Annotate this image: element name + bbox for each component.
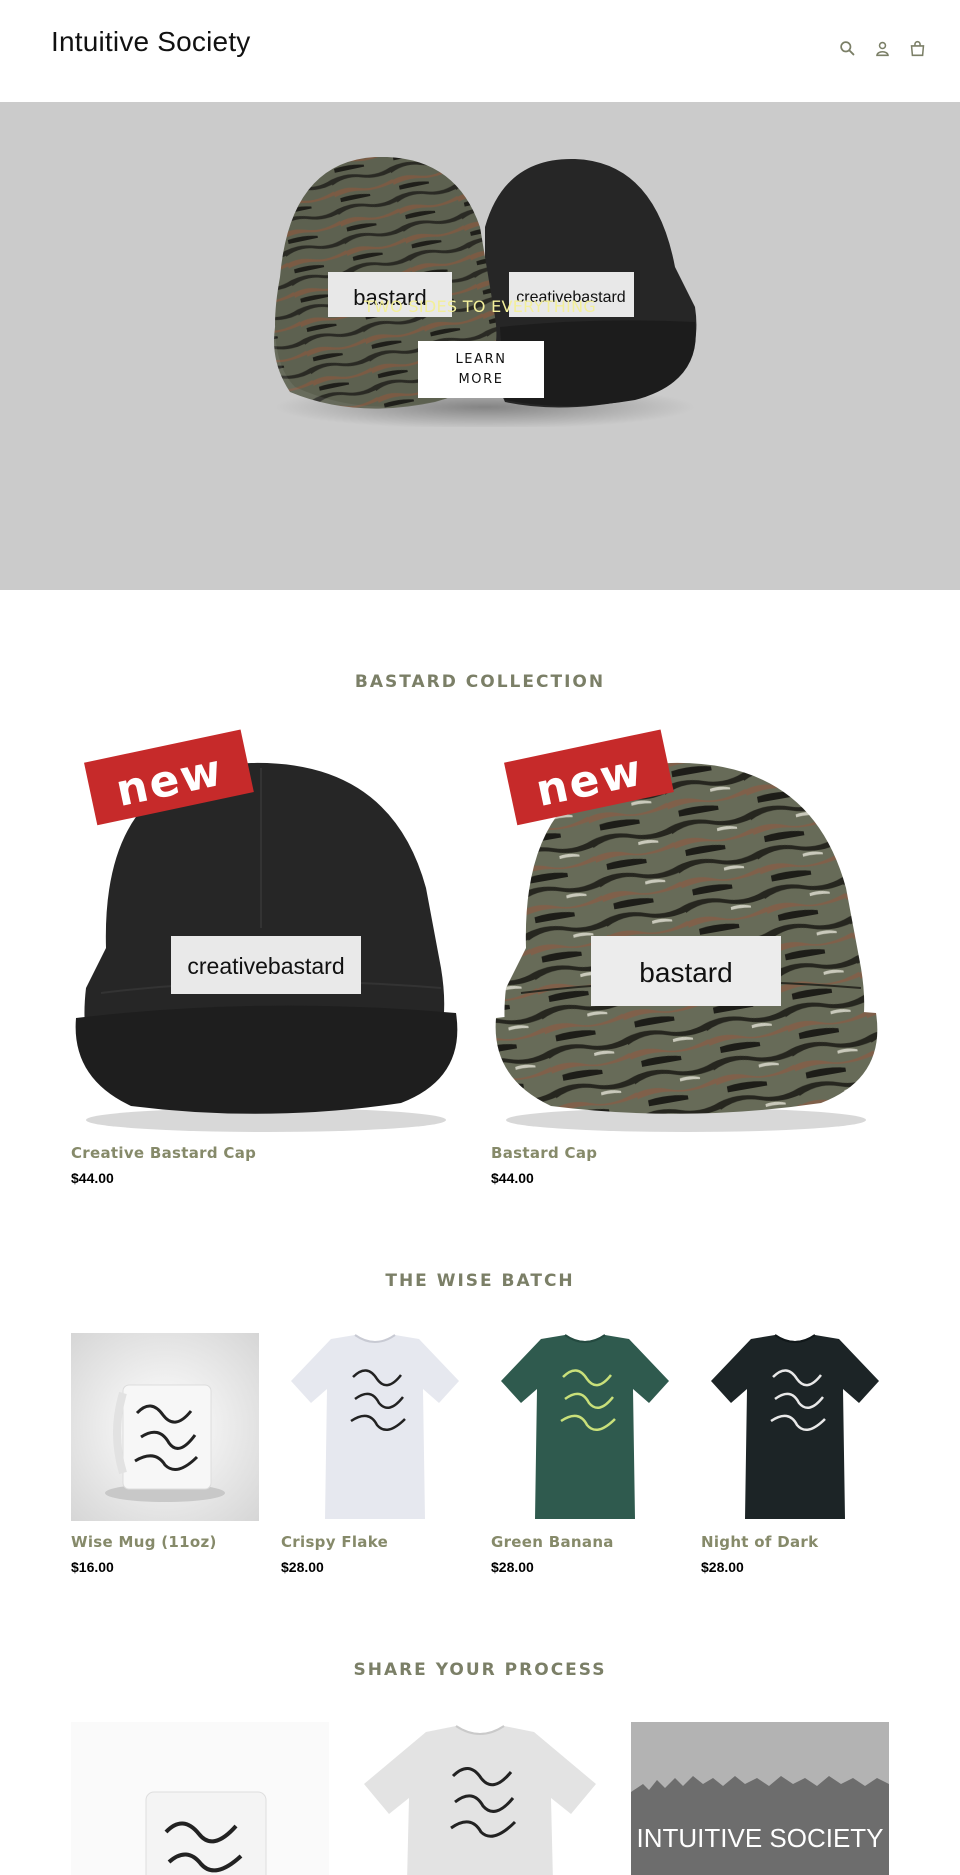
product-card[interactable]: Wise Mug (11oz) $16.00 (71, 1333, 259, 1575)
gallery-image-brand[interactable]: INTUITIVE SOCIETY (631, 1722, 889, 1875)
product-name[interactable]: Green Banana (491, 1533, 679, 1551)
product-image-green-banana[interactable] (491, 1333, 679, 1521)
product-image-bastard-cap[interactable]: bastard new (491, 728, 881, 1132)
product-card[interactable]: Night of Dark $28.00 (701, 1333, 889, 1575)
product-card[interactable]: creativebastard new Creative Bastard Cap… (71, 728, 461, 1186)
gallery-brand-caption: INTUITIVE SOCIETY (636, 1823, 883, 1853)
product-image-wise-mug[interactable] (71, 1333, 259, 1521)
product-price: $44.00 (491, 1170, 534, 1186)
product-image-crispy-flake[interactable] (281, 1333, 469, 1521)
product-image-creative-bastard-cap[interactable]: creativebastard new (71, 728, 461, 1132)
gallery-tshirt-art (351, 1722, 609, 1875)
hero-title: TWO SIDES TO EVERYTHING (363, 297, 597, 316)
product-price: $16.00 (71, 1559, 114, 1575)
section-title-bastard-collection: BASTARD COLLECTION (354, 672, 606, 692)
product-image-night-of-dark[interactable] (701, 1333, 889, 1521)
product-patch-text: creativebastard (187, 953, 344, 979)
account-icon[interactable] (874, 40, 891, 57)
product-price: $28.00 (491, 1559, 534, 1575)
product-card[interactable]: Green Banana $28.00 (491, 1333, 679, 1575)
section-title-the-wise-batch: THE WISE BATCH (385, 1271, 575, 1291)
product-name[interactable]: Night of Dark (701, 1533, 889, 1551)
product-card[interactable]: Crispy Flake $28.00 (281, 1333, 469, 1575)
product-price: $44.00 (71, 1170, 114, 1186)
gallery-mug-art (71, 1722, 329, 1875)
site-logo[interactable]: Intuitive Society (51, 26, 251, 58)
product-name[interactable]: Creative Bastard Cap (71, 1144, 461, 1162)
cart-icon[interactable] (909, 40, 926, 57)
gallery-brand-art: INTUITIVE SOCIETY (631, 1722, 889, 1875)
gallery-image-mug[interactable] (71, 1722, 329, 1875)
site-header: Intuitive Society (0, 0, 960, 102)
search-icon[interactable] (839, 40, 856, 57)
section-title-share-your-process: SHARE YOUR PROCESS (353, 1660, 607, 1680)
product-name[interactable]: Bastard Cap (491, 1144, 881, 1162)
header-icons (839, 40, 926, 57)
learn-more-button[interactable]: LEARN MORE (418, 341, 544, 398)
hero-banner: bastard creativebastard TWO SIDES TO EVE… (0, 102, 960, 590)
product-name[interactable]: Crispy Flake (281, 1533, 469, 1551)
product-price: $28.00 (281, 1559, 324, 1575)
product-card[interactable]: bastard new Bastard Cap $44.00 (491, 728, 881, 1186)
gallery-image-tshirt[interactable] (351, 1722, 609, 1875)
product-name[interactable]: Wise Mug (11oz) (71, 1533, 259, 1551)
product-patch-text: bastard (639, 957, 732, 988)
product-price: $28.00 (701, 1559, 744, 1575)
